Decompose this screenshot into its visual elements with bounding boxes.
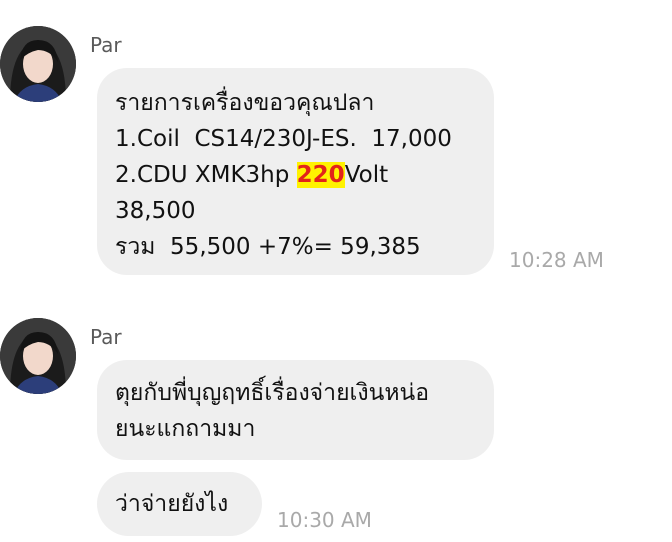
message-bubble[interactable]: ว่าจ่ายยังไง xyxy=(97,472,262,536)
sender-name: Par xyxy=(90,33,122,57)
highlighted-text: 220 xyxy=(296,162,345,188)
message-text: Volt xyxy=(344,162,389,188)
message-line: ตุยกับพี่บุญฤทธิ์เรื่องจ่ายเงินหน่อ xyxy=(115,380,430,406)
avatar-photo-icon xyxy=(0,318,76,394)
message-timestamp: 10:28 AM xyxy=(509,248,604,272)
avatar-photo-icon xyxy=(0,26,76,102)
message-line: ว่าจ่ายยังไง xyxy=(115,491,229,517)
message-line: ยนะแกถามมา xyxy=(115,416,256,442)
avatar[interactable] xyxy=(0,318,76,394)
message-bubble[interactable]: ตุยกับพี่บุญฤทธิ์เรื่องจ่ายเงินหน่อ ยนะแ… xyxy=(97,360,494,460)
message-bubble[interactable]: รายการเครื่องขอวคุณปลา 1.Coil CS14/230J-… xyxy=(97,68,494,275)
chat-thread: Par รายการเครื่องขอวคุณปลา 1.Coil CS14/2… xyxy=(0,0,672,542)
message-line: รายการเครื่องขอวคุณปลา xyxy=(115,90,375,116)
message-timestamp: 10:30 AM xyxy=(277,508,372,532)
sender-name: Par xyxy=(90,325,122,349)
message-line: รวม 55,500 +7%= 59,385 xyxy=(115,234,421,260)
message-text: 2.CDU XMK3hp xyxy=(115,162,297,188)
message-line: 38,500 xyxy=(115,198,196,224)
message-line: 2.CDU XMK3hp 220Volt xyxy=(115,157,476,193)
message-line: 1.Coil CS14/230J-ES. 17,000 xyxy=(115,126,452,152)
avatar[interactable] xyxy=(0,26,76,102)
